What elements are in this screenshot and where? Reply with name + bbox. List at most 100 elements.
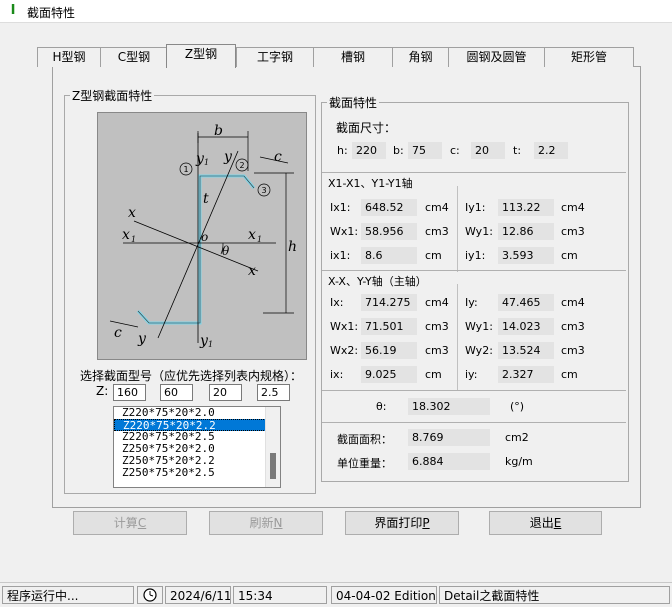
prop-label: iy: <box>465 368 478 381</box>
prop-label: Iy: <box>465 296 478 309</box>
point-2-label: 2 <box>239 161 244 170</box>
axis-y-label-2: y <box>137 331 147 347</box>
window-title: 截面特性 <box>27 6 76 20</box>
list-item[interactable]: Z220*75*20*2.0 <box>114 407 280 419</box>
prop-label: ix: <box>330 368 344 381</box>
tab-h-steel[interactable]: H型钢 <box>37 47 101 67</box>
prop-unit: cm4 <box>425 296 449 309</box>
status-date: 2024/6/11 <box>165 586 231 604</box>
print-button[interactable]: 界面打印P <box>345 511 459 535</box>
tab-channel[interactable]: 槽钢 <box>313 47 393 67</box>
axis-x-label-2: x <box>248 263 256 279</box>
exit-button-key: E <box>553 516 562 530</box>
tab-z-steel[interactable]: Z型钢 <box>166 44 236 68</box>
origin-label: o <box>201 230 208 244</box>
prop-value: 714.275 <box>361 294 417 311</box>
theta-label-text: θ: <box>376 400 387 413</box>
x1-subscript-2: 1 <box>257 235 262 244</box>
z-c-input[interactable]: 20 <box>209 384 242 401</box>
z-b-input[interactable]: 60 <box>160 384 193 401</box>
listbox-scrollbar[interactable] <box>265 407 280 487</box>
tab-c-steel[interactable]: C型钢 <box>100 47 168 67</box>
theta-unit: (°) <box>510 400 525 413</box>
dim-t-label-text: t: <box>513 144 522 157</box>
weight-label: 单位重量： <box>337 457 392 470</box>
axis-x1-label: x <box>122 227 130 243</box>
status-detail: Detail之截面特性 <box>439 586 670 604</box>
prop-label: iy1: <box>465 249 486 262</box>
scrollbar-thumb[interactable] <box>270 453 276 479</box>
prop-value: 47.465 <box>498 294 554 311</box>
prop-unit: cm3 <box>561 320 585 333</box>
prop-value: 13.524 <box>498 342 554 359</box>
prop-label: Wx1: <box>330 320 359 333</box>
print-button-key: P <box>422 516 430 530</box>
calc-button[interactable]: 计算C <box>73 511 187 535</box>
dim-b-label: b <box>214 123 223 139</box>
tab-i-beam[interactable]: 工字钢 <box>236 47 314 67</box>
theta-label: θ <box>222 244 230 258</box>
refresh-button-key: N <box>273 516 283 530</box>
dim-t-value: 2.2 <box>534 142 568 159</box>
x1-subscript: 1 <box>131 235 136 244</box>
prop-value: 648.52 <box>361 199 417 216</box>
title-bar: I 截面特性 <box>0 0 672 22</box>
dim-c-label: c <box>274 149 282 165</box>
separator-4 <box>322 422 626 423</box>
calc-button-label: 计算 <box>113 516 138 530</box>
z-t-input[interactable]: 2.5 <box>257 384 290 401</box>
props-groupbox <box>321 102 629 482</box>
tab-round[interactable]: 圆钢及圆管 <box>448 47 545 67</box>
prop-unit: cm3 <box>425 320 449 333</box>
axis2-title: X-X、Y-Y轴（主轴） <box>328 275 427 288</box>
area-unit: cm2 <box>505 431 529 444</box>
z-section-diagram: b c c t h x x x x y y y y o θ 1 1 1 1 1 … <box>97 112 307 360</box>
prop-label: Wy1: <box>465 320 493 333</box>
prop-unit: cm3 <box>561 344 585 357</box>
refresh-button-label: 刷新 <box>249 516 274 530</box>
tab-rect-tube[interactable]: 矩形管 <box>544 47 634 67</box>
dim-h-label: h: <box>337 144 348 157</box>
app-icon: I <box>10 3 16 18</box>
props-groupbox-title: 截面特性 <box>327 94 380 111</box>
separator-3 <box>322 390 626 391</box>
prop-unit: cm <box>561 249 578 262</box>
prop-label: Wx1: <box>330 225 359 238</box>
clock-icon <box>137 586 163 604</box>
section-groupbox-title: Z型钢截面特性 <box>70 87 155 104</box>
y1-subscript: 1 <box>204 158 209 167</box>
axis-x1-label-2: x <box>248 227 256 243</box>
separator-2 <box>322 270 626 271</box>
prop-unit: cm3 <box>561 225 585 238</box>
y1-subscript-2: 1 <box>208 340 213 349</box>
axis-x-label: x <box>128 205 136 221</box>
status-running: 程序运行中... <box>2 586 134 604</box>
area-value: 8.769 <box>408 429 490 446</box>
prop-unit: cm <box>425 368 442 381</box>
theta-value: 18.302 <box>408 398 490 415</box>
prop-value: 56.19 <box>361 342 417 359</box>
axis1-divider <box>457 186 458 272</box>
dim-h-value: 220 <box>352 142 386 159</box>
prop-value: 9.025 <box>361 366 417 383</box>
axis-y-label: y <box>223 149 233 165</box>
prop-label: Ix: <box>330 296 344 309</box>
prop-value: 12.86 <box>498 223 554 240</box>
z-h-input[interactable]: 160 <box>113 384 146 401</box>
prop-value: 8.6 <box>361 247 417 264</box>
refresh-button[interactable]: 刷新N <box>209 511 323 535</box>
status-edition: 04-04-02 Edition <box>331 586 437 604</box>
prop-unit: cm4 <box>561 201 585 214</box>
exit-button[interactable]: 退出E <box>489 511 602 535</box>
exit-button-label: 退出 <box>529 516 554 530</box>
dim-t-label: t <box>203 191 209 207</box>
list-item[interactable]: Z250*75*20*2.5 <box>114 467 280 479</box>
tab-angle[interactable]: 角钢 <box>392 47 449 67</box>
point-3-label: 3 <box>261 186 266 195</box>
dim-c-label-2: c <box>114 325 122 341</box>
prop-unit: cm4 <box>425 201 449 214</box>
section-listbox[interactable]: Z220*75*20*2.0 Z220*75*20*2.2 Z220*75*20*2… <box>113 406 281 488</box>
prop-label: Wx2: <box>330 344 359 357</box>
dim-c-value: 20 <box>471 142 505 159</box>
z-section-drawing: b c c t h x x x x y y y y o θ 1 1 1 1 1 … <box>109 123 297 349</box>
